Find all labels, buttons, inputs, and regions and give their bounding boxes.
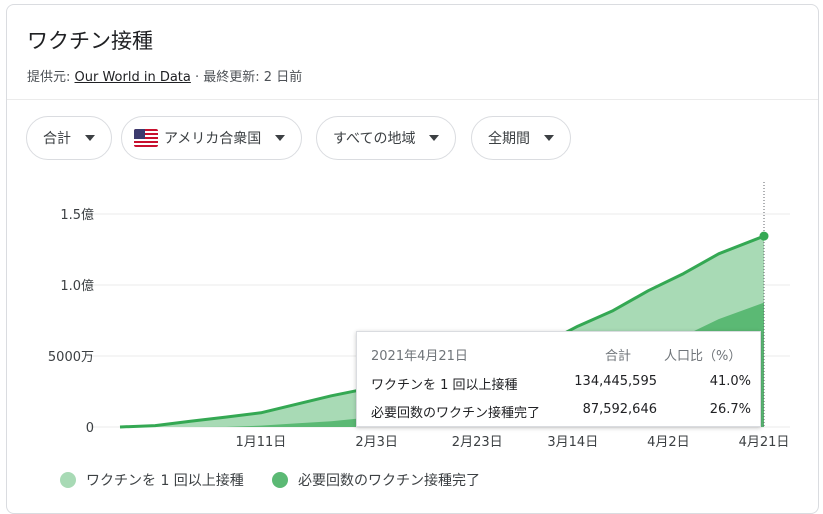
- legend-label: 必要回数のワクチン接種完了: [298, 473, 480, 489]
- tooltip-row-pct: 26.7%: [709, 402, 751, 417]
- legend-swatch: [60, 472, 76, 488]
- vaccination-chart[interactable]: 0 5000万 1.0億 1.5億 1月11日 2月3日 2月23日 3月14日 4月2日 4月2…: [0, 0, 823, 505]
- tooltip-row-label: ワクチンを 1 回以上接種: [371, 378, 518, 393]
- x-tick-label: 1月11日: [235, 435, 286, 450]
- x-tick-label: 2月23日: [452, 435, 503, 450]
- tooltip-date: 2021年4月21日: [371, 349, 468, 364]
- x-tick-label: 2月3日: [355, 435, 398, 450]
- tooltip-row-total: 134,445,595: [574, 374, 657, 389]
- y-tick-label: 1.0億: [60, 278, 94, 294]
- tooltip-row-pct: 41.0%: [709, 374, 751, 389]
- chart-tooltip: 2021年4月21日 合計 人口比（%） ワクチンを 1 回以上接種 134,4…: [356, 331, 761, 427]
- x-tick-label: 4月21日: [739, 435, 790, 450]
- legend-item-first-dose[interactable]: ワクチンを 1 回以上接種: [60, 470, 244, 490]
- tooltip-row-label: 必要回数のワクチン接種完了: [371, 406, 541, 421]
- tooltip-row-total: 87,592,646: [582, 402, 657, 417]
- y-tick-label: 1.5億: [60, 207, 94, 223]
- legend-swatch: [272, 472, 288, 488]
- x-tick-label: 4月2日: [647, 435, 690, 450]
- y-tick-label: 0: [86, 421, 94, 436]
- legend-label: ワクチンを 1 回以上接種: [86, 473, 244, 489]
- y-tick-label: 5000万: [48, 350, 94, 365]
- x-tick-label: 3月14日: [547, 435, 598, 450]
- tooltip-col-pct: 人口比（%）: [664, 349, 742, 364]
- tooltip-col-total: 合計: [605, 349, 632, 364]
- legend-item-fully-vaccinated[interactable]: 必要回数のワクチン接種完了: [272, 470, 480, 490]
- hover-point: [759, 231, 769, 241]
